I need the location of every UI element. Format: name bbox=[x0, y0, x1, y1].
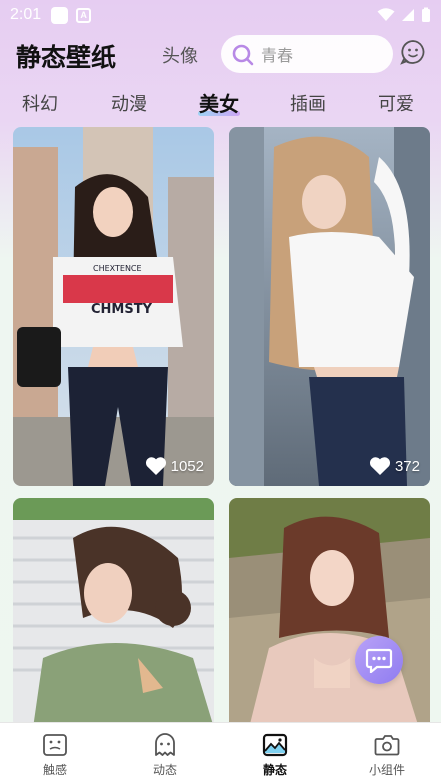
status-time: 2:01 bbox=[10, 6, 42, 23]
nav-label: 触感 bbox=[42, 763, 67, 777]
like-count-value: 372 bbox=[394, 457, 420, 475]
search-placeholder: 青春 bbox=[261, 46, 294, 65]
avatar-link[interactable]: 头像 bbox=[162, 42, 198, 68]
nav-item-touch[interactable]: 触感 bbox=[20, 733, 90, 778]
ghost-icon bbox=[155, 733, 175, 756]
notification-icon bbox=[51, 6, 69, 24]
status-bar: 2:01 A bbox=[0, 0, 441, 30]
widget-camera-icon bbox=[374, 735, 400, 756]
nav-label: 静态 bbox=[262, 763, 287, 777]
battery-icon bbox=[422, 7, 430, 22]
search-icon bbox=[232, 44, 254, 66]
status-icons bbox=[377, 7, 431, 23]
header: 静态壁纸 头像 青春 bbox=[0, 30, 441, 80]
like-count[interactable]: 1052 bbox=[145, 456, 204, 476]
wallpaper-image bbox=[229, 498, 430, 728]
wallpaper-image bbox=[229, 127, 430, 486]
category-tabs: 科幻 动漫 美女 插画 可爱 bbox=[0, 84, 441, 124]
heart-icon bbox=[369, 457, 390, 475]
tab-anime[interactable]: 动漫 bbox=[111, 90, 147, 116]
app-notification-icon: A bbox=[76, 7, 92, 23]
wifi-icon bbox=[377, 8, 395, 21]
nav-label: 小组件 bbox=[368, 763, 405, 777]
smile-chat-icon[interactable] bbox=[400, 39, 426, 65]
wallpaper-image: CHEXTENCE CHMSTY bbox=[13, 127, 214, 486]
shirt-top-text: CHEXTENCE bbox=[93, 264, 142, 273]
page-title: 静态壁纸 bbox=[16, 43, 117, 72]
nav-label: 动态 bbox=[152, 763, 177, 777]
search-input[interactable]: 青春 bbox=[221, 35, 393, 73]
bottom-nav: 触感 动态 静态 小组件 bbox=[0, 722, 441, 784]
like-count[interactable]: 372 bbox=[369, 456, 420, 476]
nav-item-static[interactable]: 静态 bbox=[240, 733, 310, 778]
image-frame-icon bbox=[43, 734, 67, 756]
wallpaper-card[interactable] bbox=[13, 498, 214, 728]
shirt-main-text: CHMSTY bbox=[91, 302, 153, 317]
floating-chat-button[interactable] bbox=[355, 636, 403, 684]
tab-beauty[interactable]: 美女 bbox=[199, 88, 239, 117]
message-icon bbox=[365, 648, 393, 673]
nav-item-dynamic[interactable]: 动态 bbox=[130, 733, 200, 778]
signal-icon bbox=[402, 9, 414, 21]
tab-illustration[interactable]: 插画 bbox=[290, 90, 326, 116]
tab-cute[interactable]: 可爱 bbox=[378, 90, 414, 116]
landscape-icon bbox=[262, 733, 288, 757]
like-count-value: 1052 bbox=[170, 457, 204, 475]
nav-item-widget[interactable]: 小组件 bbox=[352, 733, 422, 778]
wallpaper-card[interactable]: CHEXTENCE CHMSTY 1052 bbox=[13, 127, 214, 486]
wallpaper-image bbox=[13, 498, 214, 728]
tab-scifi[interactable]: 科幻 bbox=[22, 90, 58, 116]
wallpaper-card[interactable]: 372 bbox=[229, 127, 430, 486]
wallpaper-card[interactable] bbox=[229, 498, 430, 728]
heart-icon bbox=[145, 457, 166, 475]
